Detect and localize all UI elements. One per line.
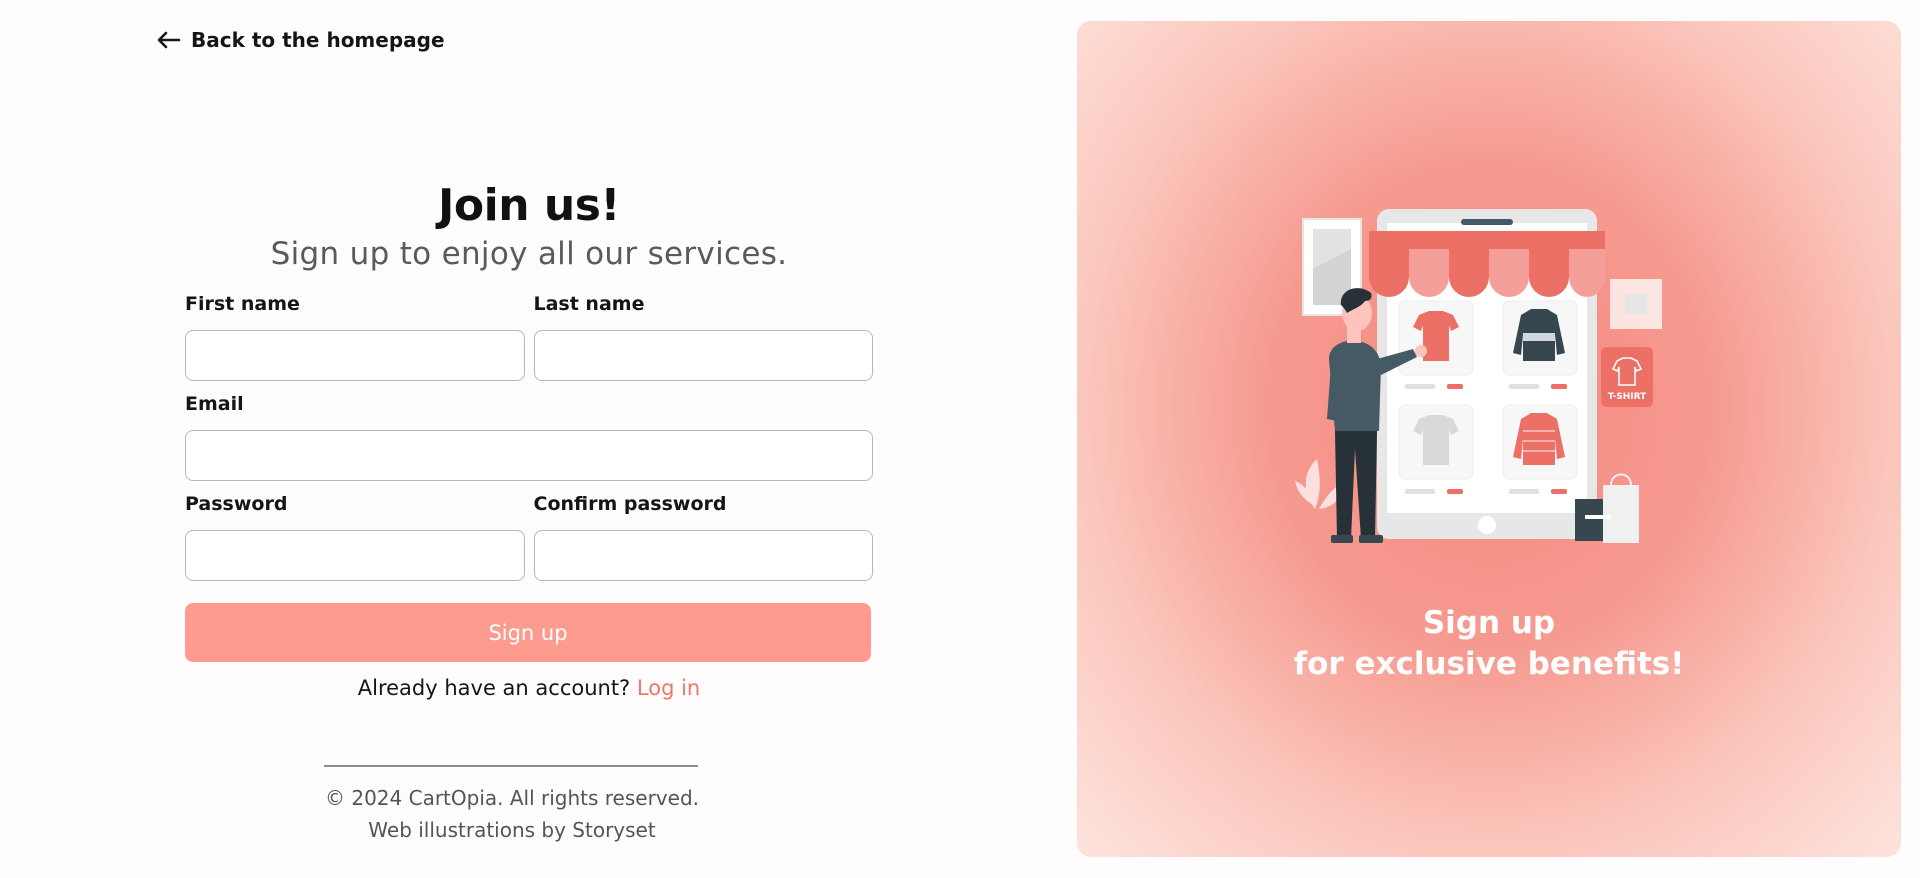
footer: © 2024 CartOpia. All rights reserved. We… (310, 782, 714, 846)
back-to-homepage-link[interactable]: Back to the homepage (157, 28, 445, 52)
password-label: Password (185, 493, 288, 515)
password-row: Password Confirm password (185, 492, 873, 581)
copyright-text: © 2024 CartOpia. All rights reserved. (324, 786, 699, 810)
email-field: Email (185, 392, 873, 481)
login-link[interactable]: Log in (637, 676, 700, 700)
promo-line-2: for exclusive benefits! (1293, 646, 1685, 682)
last-name-input[interactable] (533, 330, 873, 381)
last-name-label: Last name (533, 293, 645, 315)
password-input[interactable] (185, 530, 525, 581)
email-label: Email (185, 393, 244, 415)
signup-button[interactable]: Sign up (185, 603, 871, 662)
first-name-field: First name (185, 292, 525, 381)
first-name-label: First name (185, 293, 300, 315)
promo-heading: Sign up for exclusive benefits! (1077, 603, 1901, 685)
login-prompt: Already have an account? Log in (185, 673, 873, 703)
name-row: First name Last name (185, 292, 873, 381)
back-link-label: Back to the homepage (191, 28, 445, 52)
tshirt-badge-text: T-SHIRT (1608, 392, 1647, 402)
signup-form: Join us! Sign up to enjoy all our servic… (185, 178, 873, 703)
illustration-credit: Web illustrations by Storyset (368, 818, 656, 842)
promo-panel: T-SHIRT Sign up for exclusive benefits! (1077, 21, 1901, 857)
login-prompt-text: Already have an account? (357, 676, 631, 700)
first-name-input[interactable] (185, 330, 525, 381)
last-name-field: Last name (533, 292, 873, 381)
email-input[interactable] (185, 430, 873, 481)
email-row: Email (185, 392, 873, 481)
online-shopping-illustration: T-SHIRT (1295, 209, 1662, 543)
confirm-password-input[interactable] (533, 530, 873, 581)
confirm-password-label: Confirm password (533, 493, 727, 515)
promo-line-1: Sign up (1422, 605, 1556, 641)
footer-divider (324, 765, 698, 767)
password-field: Password (185, 492, 525, 581)
page-title: Join us! (438, 180, 620, 231)
arrow-left-icon (157, 31, 181, 49)
confirm-password-field: Confirm password (533, 492, 873, 581)
page-subtitle: Sign up to enjoy all our services. (270, 236, 788, 272)
